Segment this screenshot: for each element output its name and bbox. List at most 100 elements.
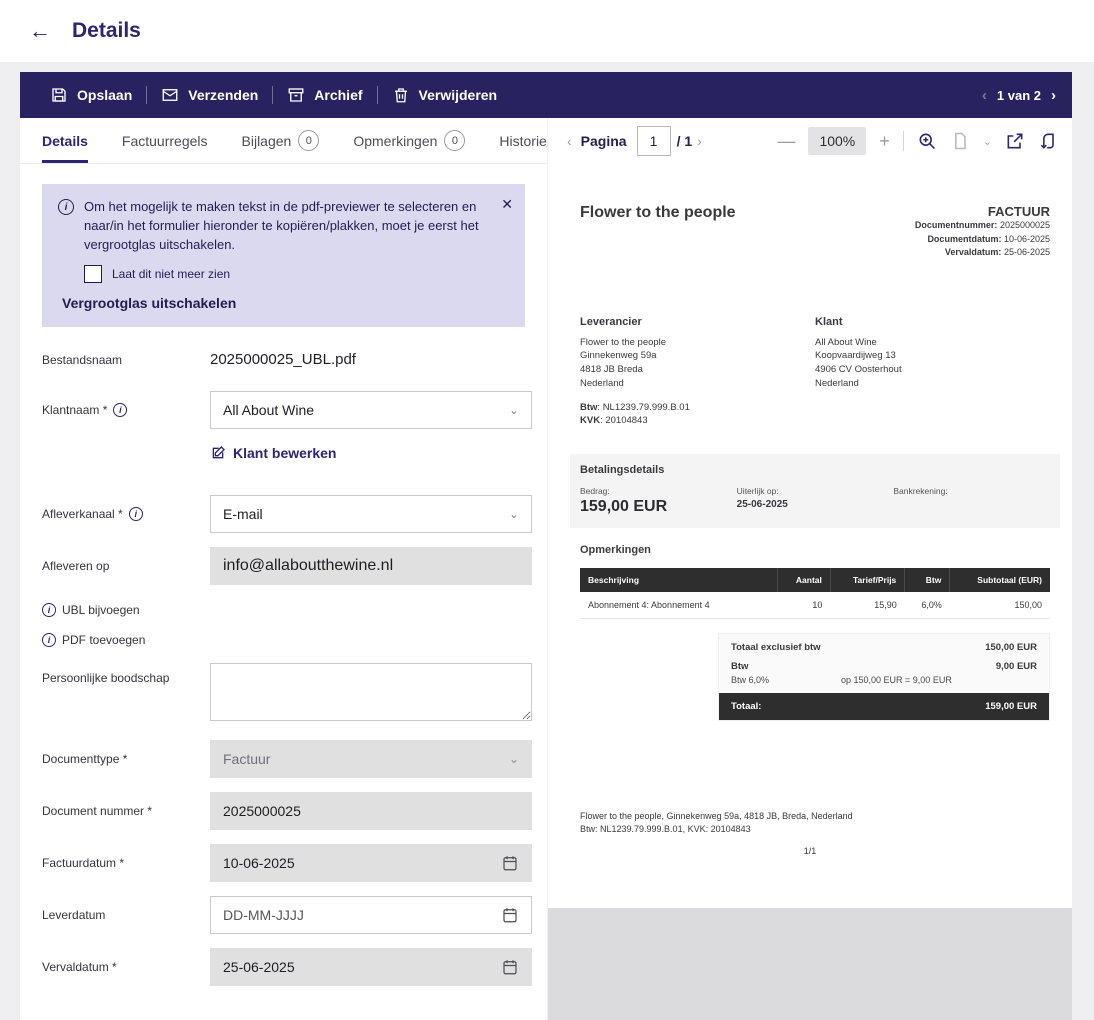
page-next-icon[interactable]: › — [692, 133, 707, 149]
col-btw: Btw — [905, 568, 950, 592]
opmerkingen-count-badge: 0 — [444, 130, 465, 151]
page-number-input[interactable] — [637, 126, 671, 156]
klantnaam-select[interactable]: All About Wine ⌄ — [210, 391, 532, 429]
tab-details[interactable]: Details — [42, 118, 88, 163]
rotate-page-icon[interactable] — [1038, 131, 1058, 151]
chevron-down-icon: ⌄ — [509, 403, 519, 417]
calendar-icon — [501, 958, 519, 976]
vervaldatum-label: Vervaldatum * — [42, 960, 210, 974]
magnifier-zoom-icon[interactable] — [917, 131, 937, 151]
klant-bewerken-link[interactable]: Klant bewerken — [210, 445, 532, 461]
archive-button-label: Archief — [314, 87, 362, 103]
remarks-title: Opmerkingen — [580, 544, 1050, 556]
cell-btw: 6,0% — [905, 592, 950, 619]
documenttype-label: Documenttype * — [42, 752, 210, 766]
vervaldatum-label-text: Vervaldatum * — [42, 960, 117, 974]
page-total: / 1 — [677, 133, 693, 149]
leverdatum-field[interactable] — [210, 896, 532, 934]
cell-tarief-prijs: 15,90 — [830, 592, 904, 619]
pdf-toevoegen-label: i PDF toevoegen — [42, 633, 210, 647]
afleverkanaal-select[interactable]: E-mail ⌄ — [210, 495, 532, 533]
chevron-down-icon[interactable]: ⌄ — [983, 135, 992, 148]
total-excl-label: Totaal exclusief btw — [731, 642, 821, 653]
banner-message: Om het mogelijk te maken tekst in de pdf… — [84, 198, 509, 255]
boodschap-label: Persoonlijke boodschap — [42, 671, 210, 685]
customer-address-line: All About Wine — [815, 336, 1050, 350]
cell-subtotaal: 150,00 — [950, 592, 1050, 619]
documenttype-value: Factuur — [223, 751, 270, 767]
info-icon: i — [129, 507, 143, 521]
save-button[interactable]: Opslaan — [36, 72, 146, 118]
supplier-title: Leverancier — [580, 316, 815, 328]
factuurdatum-label-text: Factuurdatum * — [42, 856, 124, 870]
toolbar-divider — [903, 131, 904, 151]
factuurdatum-value: 10-06-2025 — [223, 855, 295, 871]
supplier-kvk: KVK: 20104843 — [580, 414, 815, 428]
close-icon[interactable]: ✕ — [501, 196, 513, 213]
tab-opmerkingen[interactable]: Opmerkingen 0 — [353, 118, 465, 163]
boodschap-label-text: Persoonlijke boodschap — [42, 671, 169, 685]
page-title: Details — [72, 19, 141, 43]
tab-historie[interactable]: Historie — [499, 118, 546, 163]
documentnummer-value: 2025000025 — [223, 803, 301, 819]
back-button[interactable]: ← — [22, 13, 58, 49]
customer-address-line: Koopvaardijweg 13 — [815, 349, 1050, 363]
delete-button-label: Verwijderen — [419, 87, 498, 103]
vervaldatum-field: 25-06-2025 — [210, 948, 532, 986]
disable-magnifier-link[interactable]: Vergrootglas uitschakelen — [62, 295, 509, 311]
documentnummer-label-text: Document nummer * — [42, 804, 152, 818]
supplier-address-line: Ginnekenweg 59a — [580, 349, 815, 363]
factuurdatum-field: 10-06-2025 — [210, 844, 532, 882]
pdf-page: Flower to the people FACTUUR Documentnum… — [548, 164, 1072, 908]
col-tarief-prijs: Tarief/Prijs — [830, 568, 904, 592]
tab-opmerkingen-label: Opmerkingen — [353, 133, 437, 149]
archive-button[interactable]: Archief — [273, 72, 376, 118]
page-header: ← Details — [0, 0, 1094, 62]
invoice-meta-row: Vervaldatum: 25-06-2025 — [915, 246, 1050, 260]
payment-details-block: Betalingsdetails Bedrag: 159,00 EUR Uite… — [570, 454, 1060, 528]
calendar-icon[interactable] — [501, 906, 519, 924]
tab-bijlagen-label: Bijlagen — [242, 133, 292, 149]
btw-detail-calc: op 150,00 EUR = 9,00 EUR — [841, 675, 952, 685]
klant-bewerken-label: Klant bewerken — [233, 445, 336, 461]
pager-prev-icon[interactable]: ‹ — [982, 87, 987, 104]
page-prev-icon[interactable]: ‹ — [562, 133, 577, 149]
leverdatum-input[interactable] — [223, 907, 501, 923]
customer-address-line: 4906 CV Oosterhout — [815, 363, 1050, 377]
total-label: Totaal: — [731, 701, 761, 712]
page-view-icon[interactable] — [950, 131, 970, 151]
tab-factuurregels[interactable]: Factuurregels — [122, 118, 208, 163]
delete-button[interactable]: Verwijderen — [378, 72, 512, 118]
invoice-doc-type: FACTUUR — [915, 204, 1050, 219]
boodschap-textarea[interactable] — [210, 663, 532, 721]
send-button[interactable]: Verzenden — [147, 72, 272, 118]
table-row: Abonnement 4: Abonnement 4 10 15,90 6,0%… — [580, 592, 1050, 619]
pager-next-icon[interactable]: › — [1051, 87, 1056, 104]
supplier-block: Leverancier Flower to the people Ginneke… — [580, 316, 815, 429]
tab-bijlagen[interactable]: Bijlagen 0 — [242, 118, 320, 163]
cell-beschrijving: Abonnement 4: Abonnement 4 — [580, 592, 777, 619]
mail-icon — [161, 86, 179, 104]
zoom-level[interactable]: 100% — [808, 127, 866, 155]
afleverkanaal-value: E-mail — [223, 506, 263, 522]
documentnummer-field: 2025000025 — [210, 792, 532, 830]
zoom-out-button[interactable]: — — [777, 131, 795, 152]
calendar-icon — [501, 854, 519, 872]
total-value: 159,00 EUR — [985, 701, 1037, 712]
afleveren-op-field: info@allaboutthewine.nl — [210, 547, 532, 585]
col-aantal: Aantal — [777, 568, 830, 592]
zoom-in-button[interactable]: + — [879, 131, 890, 152]
klantnaam-value: All About Wine — [223, 402, 314, 418]
dont-show-again-checkbox[interactable] — [84, 265, 102, 283]
document-pager: ‹ 1 van 2 › — [982, 87, 1056, 104]
pdf-viewer-canvas[interactable]: Flower to the people FACTUUR Documentnum… — [548, 164, 1072, 1020]
documentnummer-label: Document nummer * — [42, 804, 210, 818]
supplier-btw: Btw: NL1239.79.999.B.01 — [580, 401, 815, 415]
open-in-new-icon[interactable] — [1005, 131, 1025, 151]
invoice-company-name: Flower to the people — [580, 204, 736, 222]
ubl-bijvoegen-label: i UBL bijvoegen — [42, 603, 210, 617]
pagina-label: Pagina — [581, 133, 627, 149]
invoice-lines-table: Beschrijving Aantal Tarief/Prijs Btw Sub… — [580, 568, 1050, 619]
totals-block: Totaal exclusief btw 150,00 EUR Btw 9,00… — [718, 633, 1050, 721]
amount-value: 159,00 EUR — [580, 498, 737, 516]
